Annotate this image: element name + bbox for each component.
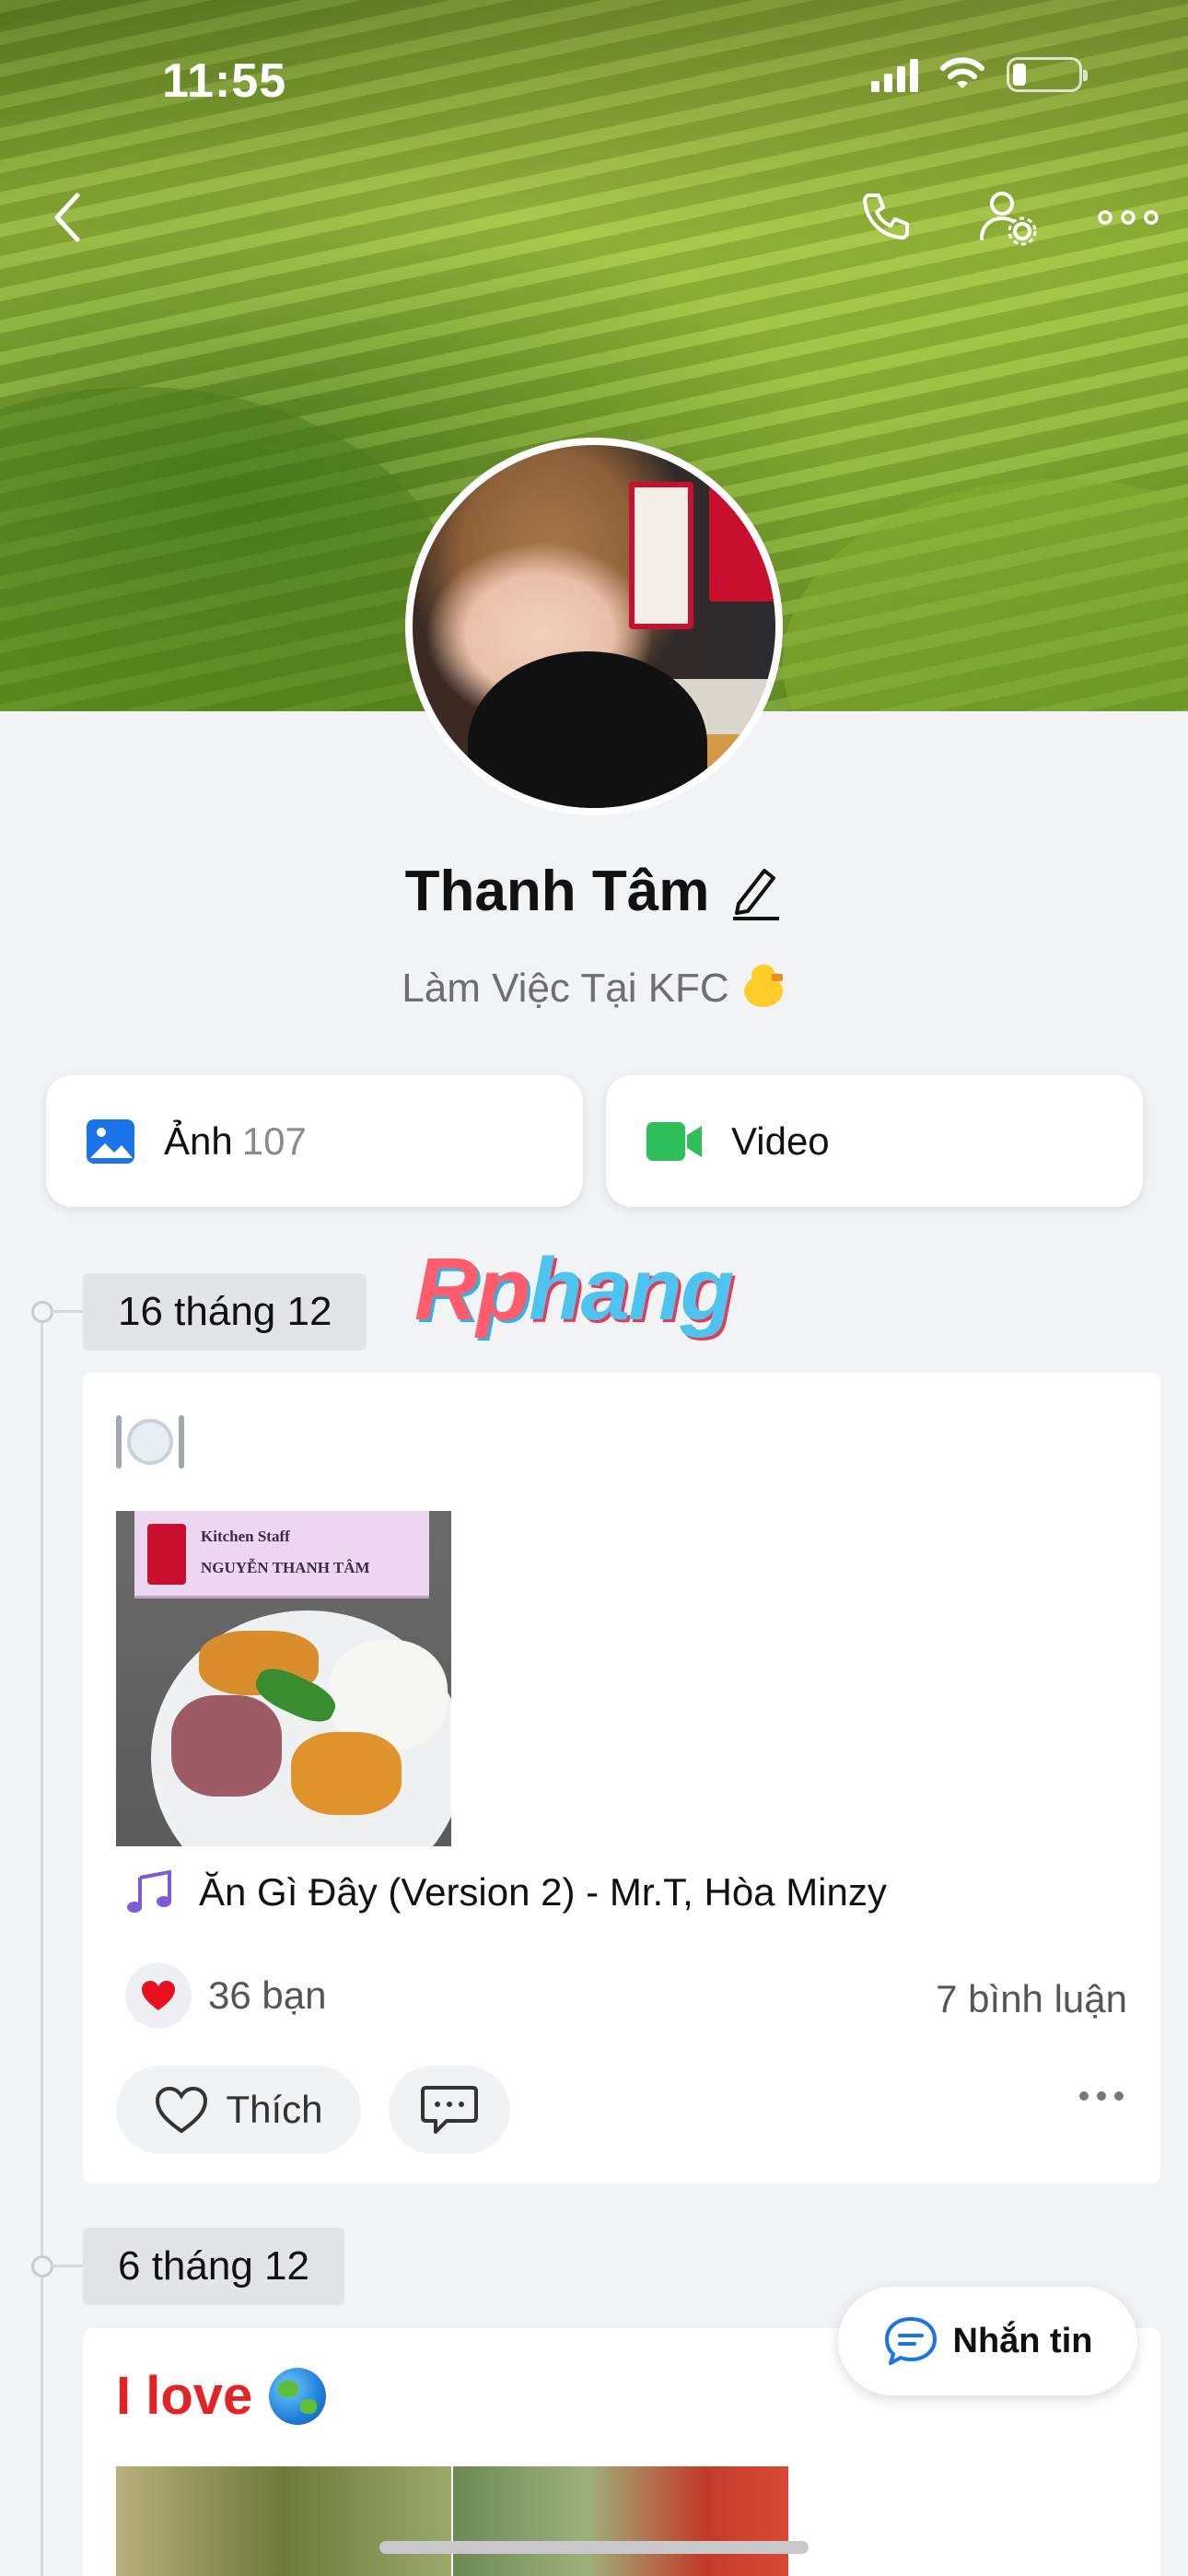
post-text-content: I love (116, 2366, 253, 2426)
heart-outline-icon (156, 2086, 208, 2134)
more-horizontal-icon (1098, 210, 1159, 225)
videos-label: Video (731, 1118, 830, 1163)
timeline-dot (31, 2255, 53, 2277)
date-tag: 16 tháng 12 (83, 1273, 367, 1351)
cellular-signal-icon (871, 57, 918, 92)
timeline-branch (52, 1310, 83, 1313)
music-title: Ăn Gì Đây (Version 2) - Mr.T, Hòa Minzy (199, 1870, 887, 1914)
likes-count: 36 bạn (208, 1973, 327, 2017)
post-more-button[interactable] (1079, 2091, 1124, 2101)
photos-count: 107 (241, 1118, 307, 1163)
timeline-dot (31, 1301, 53, 1323)
message-label: Nhắn tin (952, 2321, 1093, 2360)
phone-icon (863, 193, 909, 240)
watermark-logo: Rphang (414, 1239, 734, 1341)
comment-bubble-icon (421, 2086, 478, 2134)
back-button[interactable] (35, 181, 99, 254)
user-gear-icon (980, 192, 1037, 246)
post-text: I love (116, 2365, 327, 2427)
photos-button[interactable]: Ảnh 107 (46, 1075, 583, 1207)
watermark-part2: hang (528, 1240, 734, 1339)
likes-summary[interactable]: 36 bạn (125, 1962, 326, 2029)
avatar[interactable] (405, 438, 783, 815)
home-indicator[interactable] (379, 2541, 809, 2554)
call-button[interactable] (847, 181, 921, 254)
post-photo[interactable]: Kitchen Staff NGUYỄN THANH TÂM (116, 1511, 451, 1846)
like-label: Thích (226, 2088, 323, 2131)
music-attachment[interactable]: Ăn Gì Đây (Version 2) - Mr.T, Hòa Minzy (125, 1870, 887, 1914)
wifi-icon (940, 57, 984, 88)
video-camera-icon (646, 1121, 702, 1161)
heart-reaction-icon (125, 1962, 192, 2029)
date-tag: 6 tháng 12 (83, 2228, 344, 2305)
chick-emoji-icon (739, 963, 786, 1011)
like-button[interactable]: Thích (116, 2066, 361, 2154)
watermark-part1: Rp (414, 1240, 530, 1339)
battery-icon (1007, 57, 1088, 92)
photos-label: Ảnh (164, 1118, 233, 1163)
photo-text-line2: NGUYỄN THANH TÂM (201, 1559, 370, 1576)
message-button[interactable]: Nhắn tin (838, 2287, 1137, 2395)
globe-emoji-icon (269, 2367, 327, 2425)
post-card[interactable]: Kitchen Staff NGUYỄN THANH TÂM Ăn Gì Đây… (83, 1373, 1160, 2184)
kfc-logo (147, 1524, 186, 1585)
more-options-button[interactable] (1091, 181, 1165, 254)
profile-name-row: Thanh Tâm (0, 859, 1188, 924)
comments-count[interactable]: 7 bình luận (936, 1977, 1127, 2021)
profile-bio: Làm Việc Tại KFC (0, 963, 1188, 1012)
music-note-icon (127, 1870, 171, 1913)
photo-text-line1: Kitchen Staff (201, 1528, 290, 1545)
chevron-left-icon (54, 193, 80, 242)
user-settings-button[interactable] (972, 181, 1045, 254)
timeline-branch (52, 2265, 83, 2267)
post-photo[interactable] (453, 2466, 788, 2576)
plate-cutlery-emoji-icon (116, 1410, 184, 1474)
edit-pencil-icon[interactable] (729, 863, 783, 920)
videos-button[interactable]: Video (606, 1075, 1143, 1207)
image-icon (87, 1118, 134, 1164)
status-time: 11:55 (162, 54, 287, 108)
profile-name: Thanh Tâm (404, 860, 710, 923)
status-icons (871, 57, 1088, 92)
timeline-line (41, 1308, 43, 2576)
profile-bio-text: Làm Việc Tại KFC (402, 966, 729, 1011)
chat-bubble-icon (884, 2317, 937, 2365)
comment-button[interactable] (389, 2066, 510, 2154)
post-photo[interactable] (116, 2466, 451, 2576)
